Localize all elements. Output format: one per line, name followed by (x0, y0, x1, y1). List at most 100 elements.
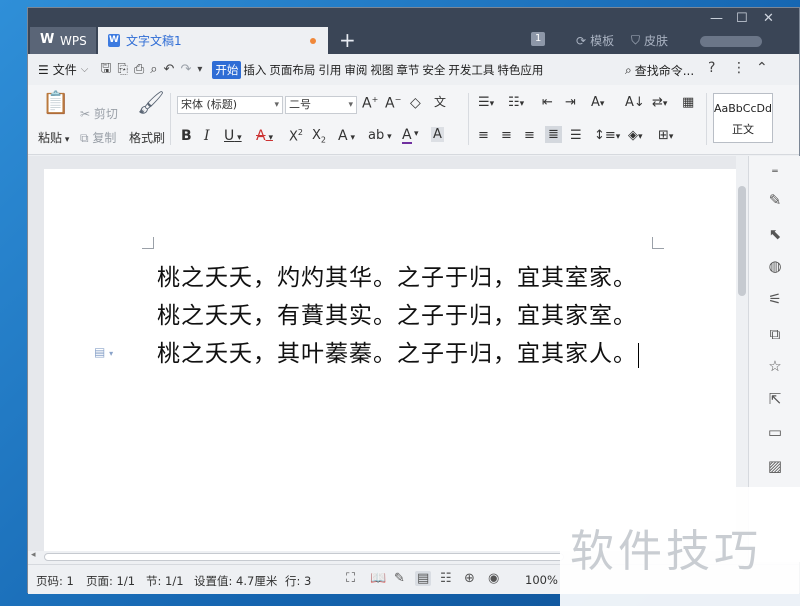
sort-icon[interactable]: A↓ (625, 95, 645, 110)
superscript-icon[interactable]: X2 (289, 128, 303, 144)
bullet-list-icon[interactable]: ☰▾ (478, 95, 494, 110)
tab-features[interactable]: 特色应用 (496, 61, 544, 79)
undo-icon[interactable]: ↶ (164, 62, 175, 77)
eye-protection-icon[interactable]: ◉ (488, 571, 499, 586)
share-icon[interactable]: ⇱ (765, 389, 785, 409)
tab-count-badge[interactable]: 1 (531, 32, 546, 46)
document-body[interactable]: 桃之夭夭，灼灼其华。之子于归，宜其室家。 桃之夭夭，有蕡其实。之子于归，宜其家室… (157, 259, 639, 373)
minimize-button[interactable]: — (710, 11, 723, 26)
italic-icon[interactable]: I (204, 128, 210, 144)
align-center-icon[interactable]: ≡ (501, 128, 512, 143)
collapse-ribbon-icon[interactable]: ⌃ (756, 60, 768, 76)
numbered-list-icon[interactable]: ☷▾ (508, 95, 524, 110)
shrink-font-icon[interactable]: A− (385, 95, 401, 112)
format-painter-icon[interactable]: 🖌 (137, 91, 165, 116)
shading-icon[interactable]: ◈▾ (628, 128, 643, 143)
tab-wps-home[interactable]: WPS (30, 27, 96, 54)
char-shading-icon[interactable]: A (431, 127, 444, 142)
new-tab-button[interactable]: + (339, 28, 356, 52)
user-account-area[interactable] (700, 36, 762, 47)
distribute-icon[interactable]: ☰ (570, 128, 582, 143)
tab-document[interactable]: W 文字文稿1 (98, 27, 328, 54)
chinese-layout-icon[interactable]: A▾ (591, 95, 604, 110)
status-row[interactable]: 行: 3 (285, 573, 311, 589)
tab-start[interactable]: 开始 (212, 60, 242, 79)
tab-insert[interactable]: 插入 (242, 61, 267, 79)
strikethrough-icon[interactable]: A ▾ (256, 128, 273, 144)
font-color-dropdown[interactable]: ▾ (414, 129, 419, 139)
pen-mode-icon[interactable]: ✎ (394, 571, 405, 586)
line-spacing-icon[interactable]: ↕≡▾ (594, 128, 620, 143)
status-section[interactable]: 节: 1/1 (146, 573, 184, 589)
tab-page-layout[interactable]: 页面布局 (268, 61, 316, 79)
font-name-select[interactable]: 宋体 (标题) ▾ (177, 96, 283, 114)
cut-button[interactable]: ✂ 剪切 (80, 105, 118, 122)
borders-icon[interactable]: ⊞▾ (658, 128, 673, 143)
align-left-icon[interactable]: ≡ (478, 128, 489, 143)
gallery-icon[interactable]: ⧉ (765, 324, 785, 344)
subscript-icon[interactable]: X2 (312, 128, 326, 145)
font-color-icon[interactable]: A (402, 128, 412, 144)
status-setting-value[interactable]: 设置值: 4.7厘米 (194, 573, 277, 589)
customize-toolbar-icon[interactable]: ▾ (197, 64, 202, 75)
archive-icon[interactable]: ▭ (765, 422, 785, 442)
show-hide-marks-icon[interactable]: ⇄▾ (652, 95, 667, 110)
highlight-icon[interactable]: ab ▾ (368, 128, 392, 143)
template-button[interactable]: ⟳ 模板 (576, 32, 614, 49)
font-size-select[interactable]: 二号 ▾ (285, 96, 357, 114)
expand-panel-icon[interactable]: ═ (765, 162, 785, 182)
print-icon[interactable]: ⎙ (134, 62, 144, 77)
align-right-icon[interactable]: ≡ (524, 128, 535, 143)
vertical-scroll-thumb[interactable] (738, 186, 746, 296)
outline-view-icon[interactable]: ☷ (440, 571, 452, 586)
tab-view[interactable]: 视图 (369, 61, 394, 79)
save-icon[interactable]: 🖫 (100, 59, 111, 81)
pen-icon[interactable]: ✎ (765, 190, 785, 210)
file-menu-button[interactable]: ☰ 文件 ⌵ (28, 61, 96, 78)
page-view-icon[interactable]: ▤ (415, 571, 432, 586)
horizontal-scroll-thumb[interactable] (44, 553, 564, 561)
more-options-icon[interactable]: ⋮ (732, 60, 746, 76)
paste-button[interactable]: 粘贴 ▾ (38, 129, 69, 146)
decrease-indent-icon[interactable]: ⇤ (542, 95, 553, 110)
reading-mode-icon[interactable]: 📖 (370, 571, 386, 586)
redo-icon[interactable]: ↷ (180, 62, 191, 77)
print-preview-icon[interactable]: ⌕ (150, 62, 157, 77)
bold-icon[interactable]: B (181, 128, 192, 144)
fullscreen-icon[interactable]: ⛶ (346, 571, 355, 586)
status-page-count[interactable]: 页面: 1/1 (86, 573, 135, 589)
shapes-icon[interactable]: ◍ (765, 256, 785, 276)
image-icon[interactable]: ▨ (765, 456, 785, 476)
maximize-button[interactable]: ☐ (736, 11, 748, 26)
star-icon[interactable]: ☆ (765, 356, 785, 376)
grow-font-icon[interactable]: A+ (362, 95, 378, 112)
pointer-icon[interactable]: ⬉ (765, 224, 785, 244)
tab-developer[interactable]: 开发工具 (447, 61, 495, 79)
paste-icon[interactable]: 📋 (42, 91, 69, 116)
text-effect-icon[interactable]: A ▾ (338, 128, 355, 144)
web-view-icon[interactable]: ⊕ (464, 571, 475, 586)
table-grid-icon[interactable]: ▦ (682, 95, 694, 110)
tab-security[interactable]: 安全 (421, 61, 446, 79)
export-icon[interactable]: ⎘ (117, 62, 127, 77)
paragraph-layout-icon[interactable]: ▤ ▾ (94, 345, 113, 359)
adjust-icon[interactable]: ⚟ (765, 289, 785, 309)
status-page-number[interactable]: 页码: 1 (36, 573, 74, 589)
format-painter-button[interactable]: 格式刷 (129, 129, 165, 146)
increase-indent-icon[interactable]: ⇥ (565, 95, 576, 110)
pinyin-guide-icon[interactable]: 文 (434, 93, 446, 110)
scroll-left-icon[interactable]: ◂ (31, 550, 36, 560)
help-icon[interactable]: ? (708, 60, 715, 76)
underline-icon[interactable]: U ▾ (224, 128, 242, 144)
clear-format-icon[interactable]: ◇ (410, 95, 421, 111)
tab-review[interactable]: 审阅 (343, 61, 368, 79)
close-button[interactable]: ✕ (763, 11, 774, 26)
skin-button[interactable]: ⛉ 皮肤 (631, 32, 668, 49)
tab-references[interactable]: 引用 (317, 61, 342, 79)
style-normal-card[interactable]: AaBbCcDd 正文 (713, 93, 773, 143)
copy-button[interactable]: ⧉ 复制 (80, 129, 116, 146)
justify-icon[interactable]: ≣ (545, 126, 562, 143)
command-search[interactable]: ⌕ 查找命令... (625, 62, 694, 79)
tab-chapter[interactable]: 章节 (395, 61, 420, 79)
zoom-level[interactable]: 100% (525, 573, 558, 587)
